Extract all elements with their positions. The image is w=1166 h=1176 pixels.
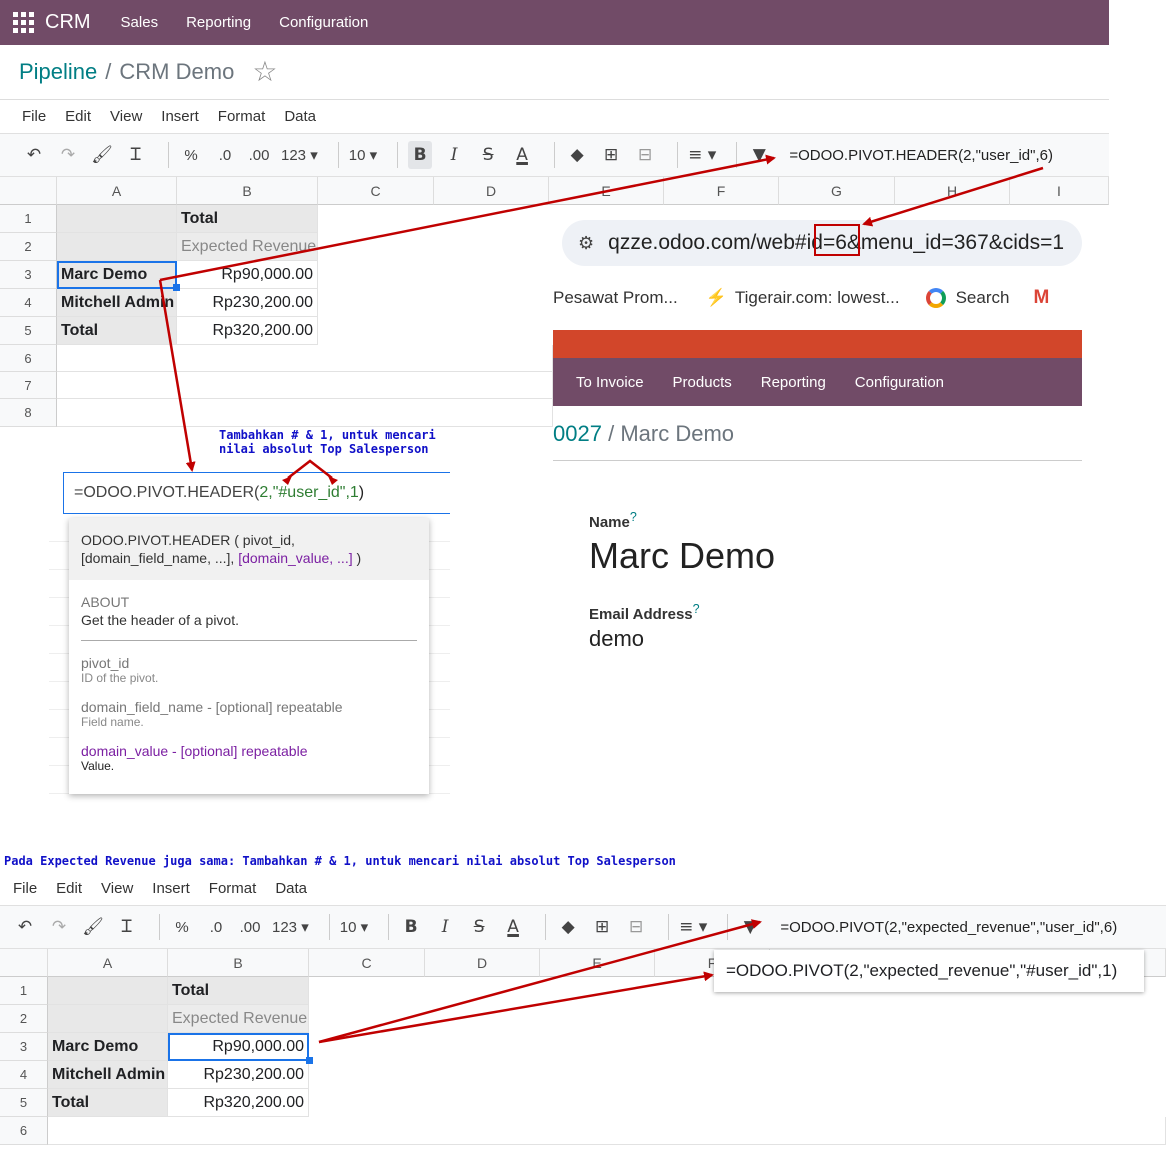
arrow-cell-to-formula [159,154,776,282]
arrow-note-to-formula [287,459,333,479]
arrowhead-left [282,476,292,485]
arrow-formula-to-url [862,166,1044,227]
arrow-sheet2-to-new-formula [318,971,714,1044]
arrow-sheet2-to-formula [318,919,762,1044]
arrowhead-right [328,476,338,485]
annotation-arrows [158,154,1044,1044]
arrow-cell-to-editor [158,279,196,472]
